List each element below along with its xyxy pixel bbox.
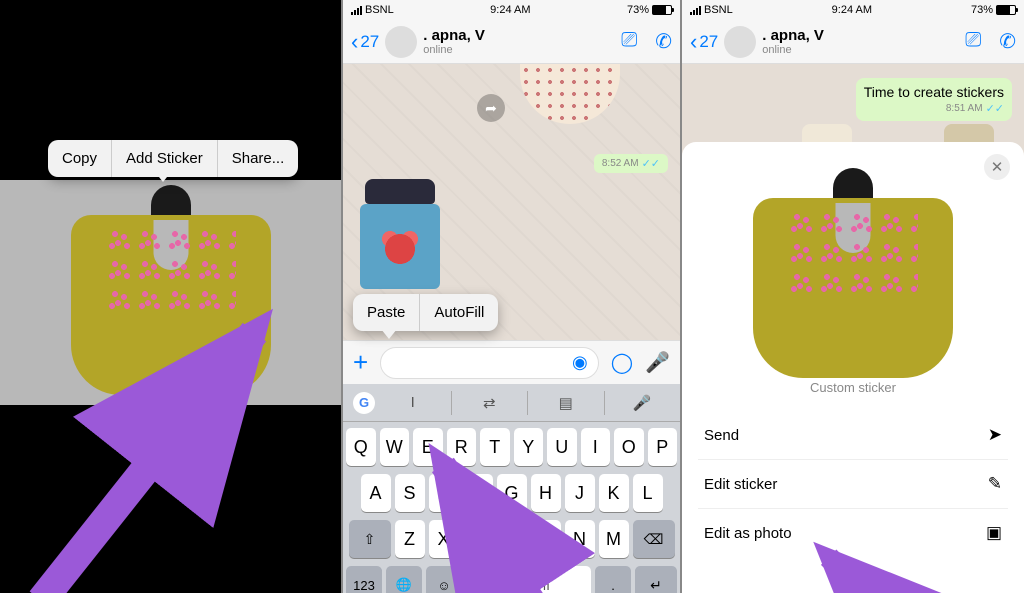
read-checks-icon: ✓✓ [642,157,660,170]
contact-info[interactable]: . apna, V online [423,27,615,56]
sticker-sheet-panel: BSNL 9:24 AM 73% ‹ 27 . apna, V online ⎚… [682,0,1024,593]
chevron-left-icon: ‹ [351,29,358,55]
close-button[interactable]: ✕ [984,154,1010,180]
clock: 9:24 AM [832,4,872,16]
key-123[interactable]: 123 [346,566,382,593]
chevron-left-icon: ‹ [690,29,697,55]
status-bar: BSNL 9:24 AM 73% [682,0,1024,20]
whatsapp-chat-panel: BSNL 9:24 AM 73% ‹ 27 . apna, V online ⎚… [341,0,682,593]
carrier-label: BSNL [365,4,394,16]
message-time: 8:51 AM [946,103,983,114]
back-button[interactable]: ‹ 27 [690,29,718,55]
contact-name: . apna, V [423,27,615,44]
chat-preview: Time to create stickers 8:51 AM✓✓ [682,64,1024,154]
back-count: 27 [360,32,379,52]
sticker-jar[interactable] [355,179,445,289]
clock: 9:24 AM [490,4,530,16]
contact-name: . apna, V [762,27,959,44]
signal-icon [351,6,362,15]
message-timestamp: 8:52 AM✓✓ [594,154,668,173]
chat-header: ‹ 27 . apna, V online ⎚ ✆ [682,20,1024,64]
photo-viewer-panel: Copy Add Sticker Share... [0,0,341,593]
voice-call-icon[interactable]: ✆ [655,29,672,54]
back-button[interactable]: ‹ 27 [351,29,379,55]
contact-status: online [762,44,959,56]
chat-body: ➦ 8:52 AM✓✓ Paste AutoFill + ◉ ◯ 🎤 G I ⇄… [343,64,680,593]
plus-icon[interactable]: + [353,347,368,378]
contact-status: online [423,44,615,56]
voice-call-icon[interactable]: ✆ [999,29,1016,54]
contact-avatar[interactable] [385,26,417,58]
key-q[interactable]: Q [346,428,376,466]
annotation-arrow [782,385,1024,593]
sticker-preview-image [738,168,968,368]
back-count: 27 [699,32,718,52]
carrier-label: BSNL [704,4,733,16]
shift-key[interactable]: ⇧ [349,520,391,558]
battery-percent: 73% [971,4,993,16]
key-a[interactable]: A [361,474,391,512]
chat-header: ‹ 27 . apna, V online ⎚ ✆ [343,20,680,64]
annotation-arrow [20,155,341,593]
message-text: Time to create stickers [864,84,1004,100]
google-icon[interactable]: G [353,392,375,414]
forward-icon[interactable]: ➦ [477,94,505,122]
read-checks-icon: ✓✓ [986,102,1004,115]
video-call-icon[interactable]: ⎚ [621,29,637,54]
status-bar: BSNL 9:24 AM 73% [343,0,680,20]
battery-icon [996,5,1016,15]
battery-percent: 73% [627,4,649,16]
message-bubble[interactable]: Time to create stickers 8:51 AM✓✓ [856,78,1012,121]
contact-info[interactable]: . apna, V online [762,27,959,56]
video-call-icon[interactable]: ⎚ [965,29,981,54]
signal-icon [690,6,701,15]
contact-avatar[interactable] [724,26,756,58]
annotation-arrow [398,324,682,593]
battery-icon [652,5,672,15]
